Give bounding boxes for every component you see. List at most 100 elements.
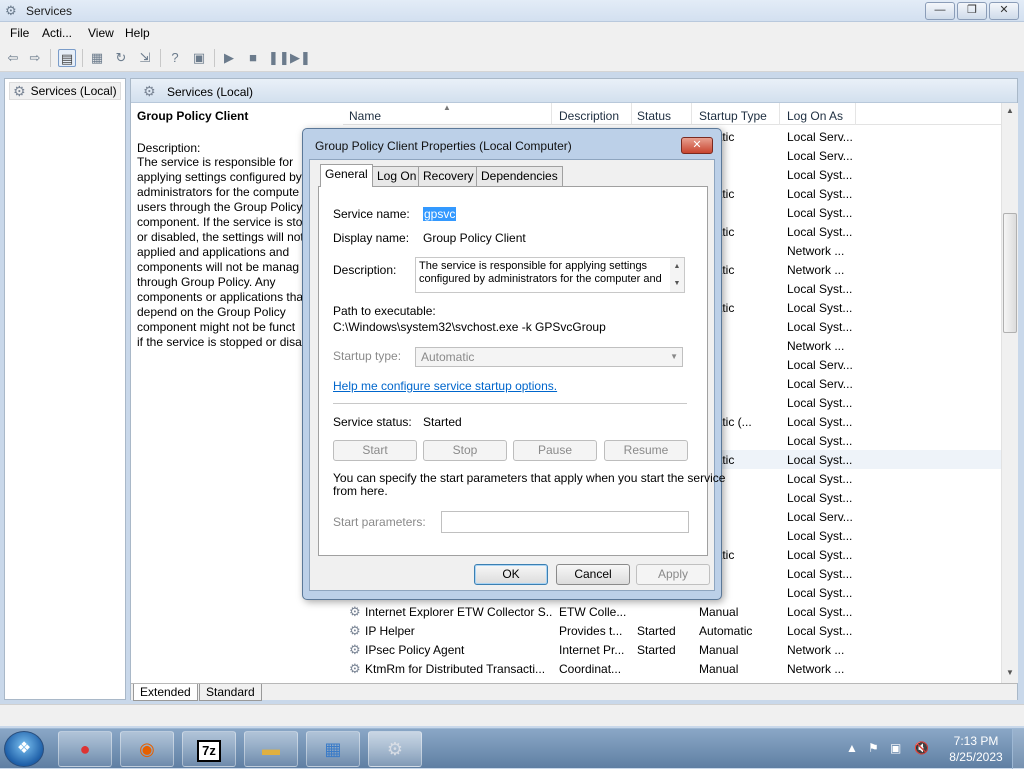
pause-service-icon[interactable]: ❚❚ [268, 49, 290, 67]
export-list-icon[interactable]: ⇲ [136, 49, 154, 67]
back-arrow-icon[interactable]: ⇦ [4, 49, 22, 67]
general-tab-panel: Service name: gpsvc Display name: Group … [318, 186, 725, 556]
show-hide-console-tree-icon[interactable]: ▤ [58, 49, 76, 67]
table-row[interactable]: ⚙ IP Helper Provides t... Started Automatic L… [343, 621, 1007, 640]
close-button[interactable]: ✕ [989, 2, 1019, 20]
path-value[interactable]: C:\Windows\system32\svchost.exe -k GPSvc… [333, 320, 606, 334]
menu-view[interactable]: View [88, 26, 114, 40]
7zip-icon: 7z [197, 740, 221, 762]
start-params-input[interactable] [441, 511, 689, 533]
services-gear-icon: ⚙ [13, 83, 26, 99]
table-row[interactable]: ⚙ Internet Explorer ETW Collector S... ETW… [343, 602, 1007, 621]
startup-type-select[interactable]: Automatic ▼ [415, 347, 683, 367]
cancel-button[interactable]: Cancel [556, 564, 630, 585]
column-separator[interactable] [779, 103, 780, 125]
table-row[interactable]: ⚙ IPsec Policy Agent Internet Pr... Started… [343, 640, 1007, 659]
row-cell-logon: Local Syst... [787, 415, 853, 429]
row-cell-startup: Manual [699, 662, 739, 676]
services-gear-icon: ⚙ [386, 739, 404, 759]
refresh-icon[interactable]: ↻ [112, 49, 130, 67]
firefox-icon: ◉ [139, 739, 155, 759]
scroll-up-arrow-icon[interactable]: ▲ [670, 258, 684, 275]
scroll-thumb[interactable] [1003, 213, 1017, 333]
taskbar-file-explorer[interactable]: ▬ [244, 731, 298, 767]
maximize-button[interactable]: ❐ [957, 2, 987, 20]
description-value: The service is responsible for applying … [419, 260, 662, 285]
row-cell-logon: Local Syst... [787, 548, 853, 562]
content-title: Services (Local) [167, 85, 254, 99]
row-cell-logon: Local Syst... [787, 187, 853, 201]
dialog-close-button[interactable]: ✕ [681, 137, 713, 154]
service-name-value[interactable]: gpsvc [423, 207, 457, 221]
services-gear-icon: ⚙ [143, 83, 156, 99]
column-startup-type[interactable]: Startup Type [699, 109, 767, 123]
menu-file[interactable]: File [10, 26, 29, 40]
tab-dependencies[interactable]: Dependencies [476, 166, 563, 186]
tree-item-services-local[interactable]: ⚙ Services (Local) [9, 82, 121, 100]
tab-log-on[interactable]: Log On [372, 166, 422, 186]
scroll-down-arrow-icon[interactable]: ▼ [670, 275, 684, 292]
description-textbox[interactable]: The service is responsible for applying … [415, 257, 685, 293]
apply-button[interactable]: Apply [636, 564, 710, 585]
table-row[interactable]: ⚙ KtmRm for Distributed Transacti... Coord… [343, 659, 1007, 678]
taskbar-chrome[interactable]: ● [58, 731, 112, 767]
column-status[interactable]: Status [637, 109, 671, 123]
column-separator[interactable] [855, 103, 856, 125]
window-titlebar[interactable]: ⚙ Services — ❐ ✕ [0, 0, 1024, 22]
tab-recovery[interactable]: Recovery [418, 166, 479, 186]
taskbar-7zip[interactable]: 7z [182, 731, 236, 767]
taskbar-firefox[interactable]: ◉ [120, 731, 174, 767]
dialog-title[interactable]: Group Policy Client Properties (Local Co… [315, 139, 572, 153]
row-cell-logon: Local Syst... [787, 225, 853, 239]
column-separator[interactable] [691, 103, 692, 125]
minimize-button[interactable]: — [925, 2, 955, 20]
display-name-value[interactable]: Group Policy Client [423, 231, 526, 245]
resume-button[interactable]: Resume [604, 440, 688, 461]
column-log-on-as[interactable]: Log On As [787, 109, 843, 123]
menu-help[interactable]: Help [125, 26, 150, 40]
pause-button[interactable]: Pause [513, 440, 597, 461]
description-scrollbar[interactable]: ▲ ▼ [670, 258, 684, 292]
help-icon[interactable]: ? [166, 49, 184, 67]
tab-general[interactable]: General [320, 164, 373, 187]
taskbar-services[interactable]: ⚙ [368, 731, 422, 767]
help-startup-link[interactable]: Help me configure service startup option… [333, 379, 557, 393]
ok-button[interactable]: OK [474, 564, 548, 585]
clock-date[interactable]: 8/25/2023 [946, 750, 1006, 764]
properties-sheet-icon[interactable]: ▦ [88, 49, 106, 67]
start-service-icon[interactable]: ▶ [220, 49, 238, 67]
vertical-scrollbar[interactable]: ▲ ▼ [1001, 103, 1018, 683]
row-cell-logon: Local Syst... [787, 301, 853, 315]
tab-standard[interactable]: Standard [199, 684, 262, 701]
restart-service-icon[interactable]: ▶❚ [290, 49, 311, 67]
scroll-down-arrow-icon[interactable]: ▼ [1002, 665, 1018, 681]
action-center-flag-icon[interactable]: ⚑ [868, 741, 879, 755]
tray-overflow-icon[interactable]: ▲ [846, 741, 858, 755]
volume-muted-icon[interactable]: 🔇 [914, 741, 929, 755]
column-name[interactable]: Name [349, 109, 381, 123]
stop-service-icon[interactable]: ■ [244, 49, 262, 67]
forward-arrow-icon[interactable]: ⇨ [26, 49, 44, 67]
row-cell-logon: Local Syst... [787, 567, 853, 581]
column-separator[interactable] [551, 103, 552, 125]
action-pane-icon[interactable]: ▣ [190, 49, 208, 67]
clock-time[interactable]: 7:13 PM [946, 734, 1006, 748]
view-tabs: Extended Standard [131, 683, 1017, 701]
menu-action[interactable]: Acti... [42, 26, 72, 40]
stop-button[interactable]: Stop [423, 440, 507, 461]
row-cell-logon: Local Serv... [787, 510, 853, 524]
taskbar-network[interactable]: ▦ [306, 731, 360, 767]
column-separator[interactable] [631, 103, 632, 125]
row-cell-logon: Local Syst... [787, 491, 853, 505]
tab-extended[interactable]: Extended [133, 684, 198, 701]
scroll-up-arrow-icon[interactable]: ▲ [1002, 103, 1018, 119]
start-button[interactable]: Start [333, 440, 417, 461]
toolbar: ⇦ ⇨ ▤ ▦ ↻ ⇲ ? ▣ ▶ ■ ❚❚ ▶❚ [0, 44, 1024, 72]
column-description[interactable]: Description [559, 109, 619, 123]
network-tray-icon[interactable]: ▣ [890, 741, 901, 755]
start-button[interactable]: ❖ [4, 731, 44, 767]
row-cell-logon: Local Serv... [787, 358, 853, 372]
windows-logo-icon: ❖ [16, 740, 32, 757]
row-cell-desc: Internet Pr... [559, 643, 625, 657]
show-desktop-button[interactable] [1012, 729, 1024, 769]
